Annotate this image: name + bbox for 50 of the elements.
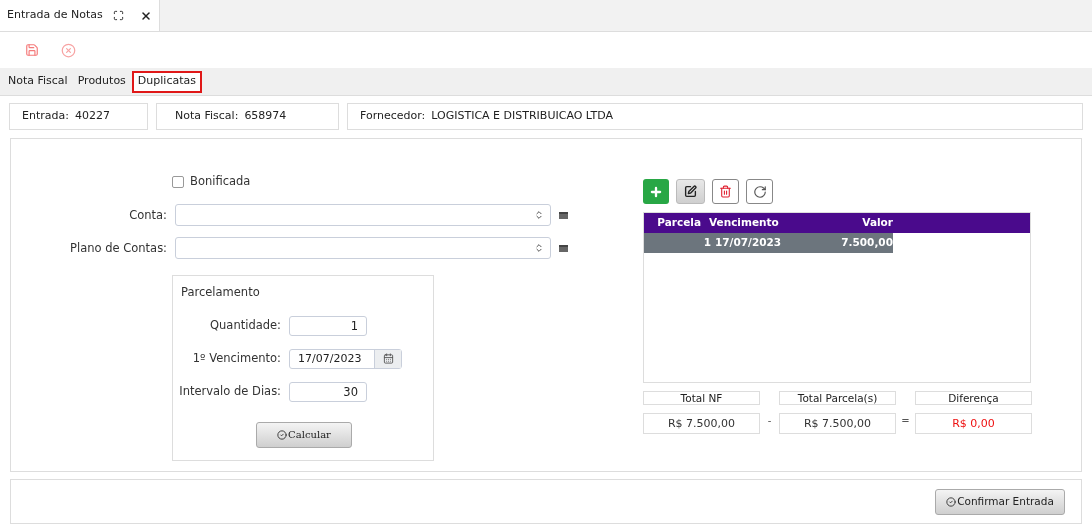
tab[interactable]: Nota Fiscal — [4, 70, 72, 93]
sort-arrows-icon — [534, 243, 544, 254]
total-label: Total Parcela(s) — [779, 391, 896, 405]
info-field: Nota Fiscal: 658974 — [156, 103, 339, 130]
sort-arrows-icon — [534, 210, 544, 221]
check-icon — [946, 496, 957, 507]
field-label: Quantidade: — [209, 316, 282, 334]
tab[interactable]: Duplicatas — [131, 70, 202, 93]
refresh-icon — [752, 184, 767, 199]
card-icon — [559, 211, 568, 219]
edit-button[interactable] — [676, 179, 705, 204]
calendar-icon[interactable] — [382, 353, 394, 364]
field-label: Plano de Contas: — [69, 239, 168, 257]
calculate-button[interactable]: Calcular — [256, 421, 352, 448]
column-header: Parcela — [656, 215, 701, 231]
number-field[interactable]: 1 — [289, 315, 367, 336]
column-header: Vencimento — [708, 215, 780, 231]
trash-icon — [719, 185, 732, 198]
card-icon — [559, 244, 568, 252]
close-icon[interactable] — [139, 9, 152, 22]
total-label: Diferença — [915, 391, 1032, 405]
total-value: R$ 7.500,00 — [779, 413, 896, 434]
field-label: Intervalo de Dias: — [178, 382, 282, 400]
checkbox[interactable] — [172, 175, 184, 188]
total-value: R$ 0,00 — [915, 413, 1032, 434]
checkbox-label: Bonificada — [190, 173, 251, 190]
maximize-icon[interactable] — [112, 10, 124, 21]
delete-button[interactable] — [712, 179, 739, 204]
refresh-button[interactable] — [746, 179, 773, 204]
number-field[interactable]: 30 — [289, 381, 367, 402]
field-label: Conta: — [128, 206, 168, 224]
plus-icon — [649, 184, 663, 199]
field-label: 1º Vencimento: — [191, 349, 282, 367]
table-row[interactable]: 1 17/07/2023 7.500,00 — [644, 233, 893, 253]
panel-title: Parcelamento — [181, 284, 260, 302]
total-value: R$ 7.500,00 — [643, 413, 760, 434]
tab[interactable]: Produtos — [73, 70, 130, 93]
confirm-button[interactable]: Confirmar Entrada — [935, 488, 1065, 515]
column-header: Valor — [861, 215, 893, 231]
edit-icon — [684, 185, 697, 198]
operator-sign: = — [900, 414, 911, 428]
check-icon — [277, 429, 288, 440]
info-field: Fornecedor: LOGISTICA E DISTRIBUICAO LTDA — [347, 103, 1083, 130]
document-tab[interactable]: Entrada de Notas — [0, 0, 160, 31]
add-button[interactable] — [643, 179, 669, 204]
operator-sign: - — [766, 414, 773, 428]
date-field[interactable]: 17/07/2023 — [289, 348, 402, 369]
save-icon[interactable] — [25, 43, 39, 57]
total-label: Total NF — [643, 391, 760, 405]
info-field: Entrada: 40227 — [9, 103, 148, 130]
